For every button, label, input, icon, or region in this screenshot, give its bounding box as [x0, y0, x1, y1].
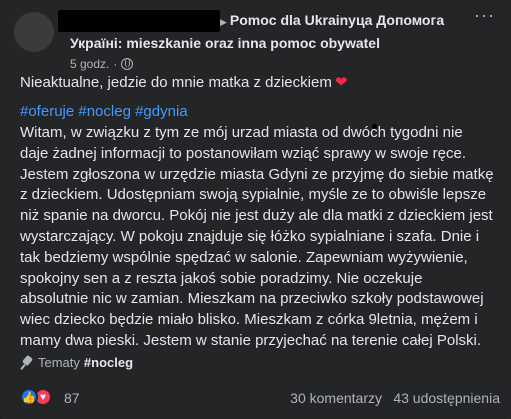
body-line: Witam, w związku z tym ze mój urzad mias…	[20, 124, 463, 141]
topic-tag-nocleg[interactable]: #nocleg	[84, 355, 133, 370]
post-meta: 5 godz. ·	[70, 57, 134, 71]
topics-row: Tematy #nocleg	[20, 355, 133, 370]
body-line: absolutnie nic w zamian. Mieszkam na prz…	[20, 290, 484, 308]
redacted-author-name	[58, 10, 220, 32]
body-line: spokojny sen a z reszta jakoś sobie pora…	[20, 269, 423, 287]
like-icon: 👍	[20, 388, 38, 406]
group-name-line1[interactable]: ▶ Pomoc dla Ukrainyцa Допомога	[220, 12, 444, 28]
body-line: mamy dwa pieski. Jestem w stanie przyjec…	[20, 331, 482, 349]
meta-separator: ·	[113, 57, 118, 71]
comments-count[interactable]: 30 komentarzy	[290, 390, 382, 406]
group-name-line2[interactable]: Україні: mieszkanie oraz inna pomoc obyw…	[70, 35, 380, 51]
triangle-right-icon: ▶	[220, 17, 227, 27]
shares-count[interactable]: 43 udostępnienia	[393, 390, 500, 406]
globe-icon	[121, 58, 134, 70]
post-stats: 👍 ♥ 87 30 komentarzy 43 udostępnienia	[20, 388, 500, 410]
body-line: tak bedziemy wspólnie spędzać w salonie.…	[20, 248, 468, 266]
body-line: niż spanie na dworcu. Pokój nie jest duż…	[20, 207, 493, 225]
post-body: Witam, w związku z tym ze mój urzad mias…	[20, 123, 500, 352]
body-line: wystarczający. W pokoju znajduje się łóż…	[20, 227, 480, 245]
body-line: wiec dziecko będzie miało blisko. Mieszk…	[20, 311, 478, 329]
more-options-icon[interactable]: ···	[474, 6, 495, 24]
post-notice: Nieaktualne, jedzie do mnie matka z dzie…	[20, 74, 348, 91]
post-card: ▶ Pomoc dla Ukrainyцa Допомога Україні: m…	[0, 0, 511, 419]
avatar[interactable]	[14, 12, 54, 52]
post-hashtags[interactable]: #oferuje #nocleg #gdynia	[20, 103, 188, 120]
pin-icon	[20, 356, 34, 370]
reaction-count[interactable]: 87	[64, 390, 80, 406]
topics-label: Tematy	[38, 355, 80, 370]
reaction-icons[interactable]: 👍 ♥	[20, 388, 52, 406]
body-line: z dzieckiem. Udostępniam swoją sypialnie…	[20, 186, 487, 204]
body-line: Jestem zgłoszona w urzędzie miasta Gdyni…	[20, 165, 494, 183]
post-time[interactable]: 5 godz.	[70, 57, 109, 71]
body-line: daje żadnej informacji to postanowiłam w…	[20, 144, 467, 162]
mouse-cursor-dot	[372, 124, 377, 129]
red-heart-icon: ❤	[334, 74, 348, 91]
